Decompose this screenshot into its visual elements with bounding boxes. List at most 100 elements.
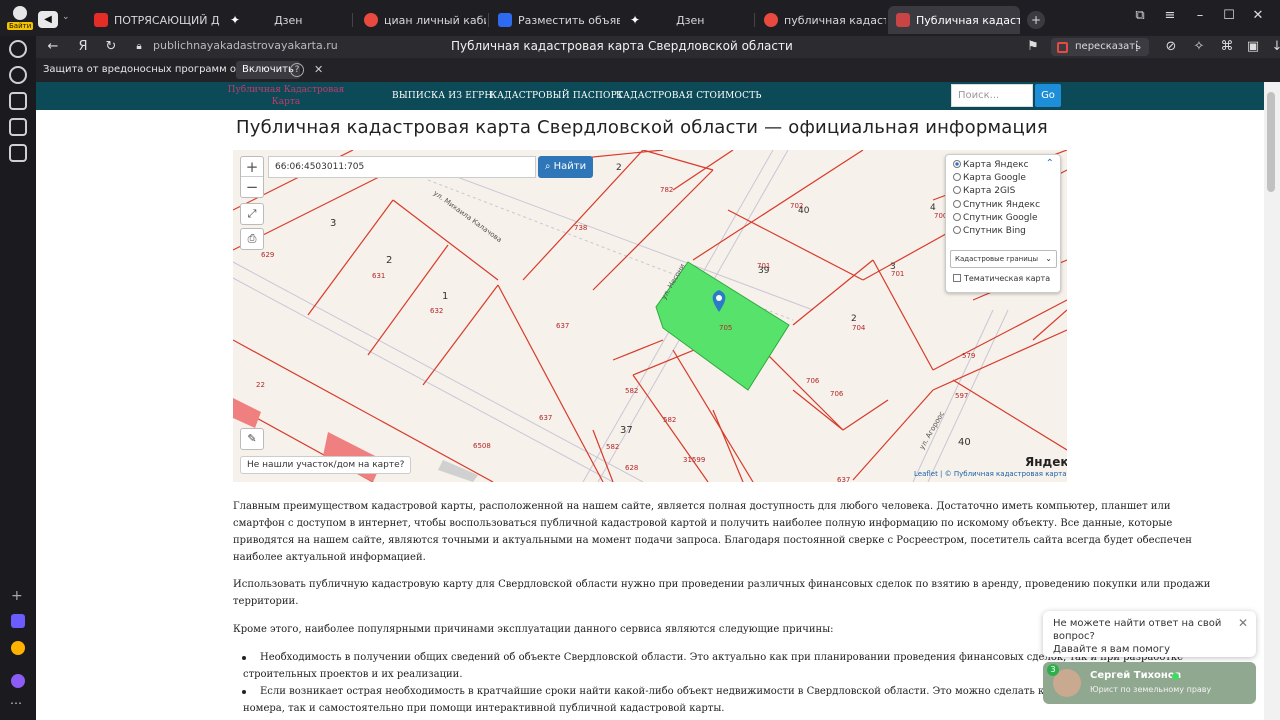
tab-bar: Байти ◀ ⌄ ПОТРЯСАЮЩИЙ Д ✕ ✦ Дзен циан ли…	[0, 0, 1280, 36]
minimize-icon[interactable]: –	[1188, 6, 1212, 26]
reload-icon[interactable]: ↻	[102, 38, 120, 56]
tab-label: публичная кадастровая к	[784, 13, 886, 27]
alice-icon[interactable]	[11, 674, 25, 688]
tab-avito[interactable]: Разместить объявление о	[490, 6, 620, 34]
chat-consultant-card[interactable]: 3 Сергей Тихонов Юрист по земельному пра…	[1043, 662, 1256, 704]
layer-option[interactable]: Спутник Яндекс	[953, 199, 1040, 212]
zoom-in-button[interactable]: +	[241, 157, 263, 177]
parcel-label: 37	[620, 425, 633, 436]
layer-option[interactable]: Спутник Google	[953, 212, 1038, 225]
youtube-icon	[94, 13, 108, 27]
market-icon[interactable]	[11, 641, 25, 655]
retell-icon	[1057, 42, 1068, 53]
parcel-label: 39	[758, 266, 770, 276]
print-icon[interactable]: ⎙	[240, 228, 264, 250]
lock-icon: 🔒︎	[136, 41, 142, 52]
nav-link-value[interactable]: КАДАСТРОВАЯ СТОИМОСТЬ	[616, 91, 762, 101]
tab-kadastr-search[interactable]: публичная кадастровая к	[756, 6, 886, 34]
site-search-button[interactable]: Go	[1035, 84, 1061, 107]
tab-dzen-2[interactable]: ✦ Дзен	[622, 6, 752, 34]
dzen-icon: ✦	[630, 13, 641, 27]
layer-option[interactable]: Карта Google	[953, 172, 1026, 185]
tab-kadastr-active[interactable]: Публичная кадастровая ✕	[888, 6, 1020, 34]
tab-dzen-1[interactable]: ✦ Дзен	[222, 6, 352, 34]
close-infobar-icon[interactable]: ✕	[314, 63, 323, 76]
bookmarks-icon[interactable]: ⧉	[1128, 6, 1152, 26]
site-search-input[interactable]: Поиск...	[951, 84, 1033, 107]
new-tab-button[interactable]: +	[1027, 11, 1045, 29]
parcel-label: 631	[372, 272, 385, 280]
puzzle-icon[interactable]: ⌘	[1218, 38, 1236, 56]
chevron-up-icon[interactable]: ⌃	[1046, 158, 1054, 169]
tab-youtube[interactable]: ПОТРЯСАЮЩИЙ Д ✕	[86, 6, 222, 34]
paragraph-2: Использовать публичную кадастровую карту…	[233, 576, 1210, 610]
consultant-role: Юрист по земельному праву	[1090, 685, 1212, 694]
yandex-account-icon[interactable]: Байти	[6, 4, 34, 32]
fullscreen-icon[interactable]: ⤢	[240, 203, 264, 225]
chat-icon[interactable]	[9, 144, 27, 162]
parcel-label: 628	[625, 464, 638, 472]
logo-line-2: Карта	[271, 97, 301, 107]
boundary-select[interactable]: Кадастровые границы ⌄	[950, 250, 1057, 268]
yandex-search-icon	[364, 13, 378, 27]
tab-label: Публичная кадастровая	[916, 13, 1020, 27]
parcel-label: 782	[660, 186, 673, 194]
nav-link-passport[interactable]: КАДАСТРОВЫЙ ПАСПОРТ	[490, 91, 623, 101]
measure-icon[interactable]: ✎	[240, 428, 264, 450]
notes-icon[interactable]	[9, 118, 27, 136]
sound-icon[interactable]: ◀	[38, 11, 58, 28]
thematic-checkbox[interactable]: Тематическая карта	[953, 274, 1050, 283]
tab-cian[interactable]: циан личный кабинет во	[356, 6, 486, 34]
nav-link-egrn[interactable]: ВЫПИСКА ИЗ ЕГРН	[392, 91, 492, 101]
close-chat-icon[interactable]: ✕	[1238, 617, 1248, 630]
scroll-thumb[interactable]	[1267, 92, 1275, 192]
yandex-icon[interactable]: Я	[74, 38, 92, 56]
page-scrollbar[interactable]	[1264, 82, 1280, 720]
history-icon[interactable]	[9, 40, 27, 58]
parcel-boundaries	[233, 150, 1067, 482]
protect-icon[interactable]: ⊘	[1162, 38, 1180, 56]
parcel-label: 629	[261, 251, 274, 259]
layer-option[interactable]: Спутник Bing	[953, 225, 1026, 238]
maximize-icon[interactable]: ☐	[1217, 6, 1241, 26]
find-button[interactable]: ⌕ Найти	[538, 156, 593, 178]
find-label: Найти	[553, 161, 587, 172]
collections-icon[interactable]: ▣	[1244, 38, 1262, 56]
back-icon[interactable]: ←	[44, 38, 62, 56]
layer-option[interactable]: Карта 2GIS	[953, 185, 1015, 198]
bookmark-icon[interactable]: ⚑	[1024, 38, 1042, 56]
not-found-link[interactable]: Не нашли участок/дом на карте?	[240, 456, 412, 474]
tab-label: Дзен	[676, 13, 705, 27]
parcel-label: 637	[539, 414, 552, 422]
text-line: Кроме этого, наиболее популярными причин…	[233, 624, 834, 635]
zoom-out-button[interactable]: −	[241, 177, 263, 197]
cadastral-map[interactable]: 3 2 1 629 631 632 637 2 782 738 702 40 4 700 701 39 3 701…	[233, 150, 1067, 482]
play-icon[interactable]	[9, 66, 27, 84]
cadastral-number-input[interactable]: 66:06:4503011:705	[268, 156, 536, 178]
more-icon[interactable]: ⋯	[10, 696, 22, 710]
extensions-icon[interactable]: ✧	[1190, 38, 1208, 56]
menu-icon[interactable]: ≡	[1158, 6, 1182, 26]
chat-prompt[interactable]: ✕ Не можете найти ответ на свой вопрос? …	[1043, 611, 1256, 657]
parcel-label: 2	[616, 163, 622, 173]
yandex-logo[interactable]: Яндекс	[1025, 455, 1067, 469]
layer-option[interactable]: Карта Яндекс	[953, 159, 1029, 172]
bullet-icon	[242, 690, 246, 694]
chat-question-line-2: Давайте я вам помогу	[1053, 644, 1171, 655]
text-line: территории.	[233, 596, 299, 607]
parcel-label: 706	[806, 377, 820, 385]
add-panel-icon[interactable]: +	[11, 588, 23, 604]
url-text[interactable]: publichnayakadastrovayakarta.ru	[153, 39, 338, 52]
download-icon[interactable]: ↓	[1268, 38, 1280, 56]
close-window-icon[interactable]: ✕	[1246, 6, 1270, 26]
map-attribution[interactable]: Leaflet | © Публичная кадастровая карта,…	[914, 470, 1067, 478]
kebab-icon[interactable]: ⋮	[1128, 38, 1146, 56]
cube-icon[interactable]	[11, 614, 25, 628]
tabs-menu-icon[interactable]: ⌄	[62, 12, 70, 22]
site-logo[interactable]: Публичная Кадастровая Карта	[226, 84, 346, 108]
calendar-icon[interactable]	[9, 92, 27, 110]
help-icon[interactable]: ?	[290, 63, 304, 77]
street-label: ул. Михаила Калачова	[432, 189, 503, 244]
chat-question-line-1: Не можете найти ответ на свой вопрос?	[1053, 618, 1222, 642]
tab-label: циан личный кабинет во	[384, 13, 486, 27]
